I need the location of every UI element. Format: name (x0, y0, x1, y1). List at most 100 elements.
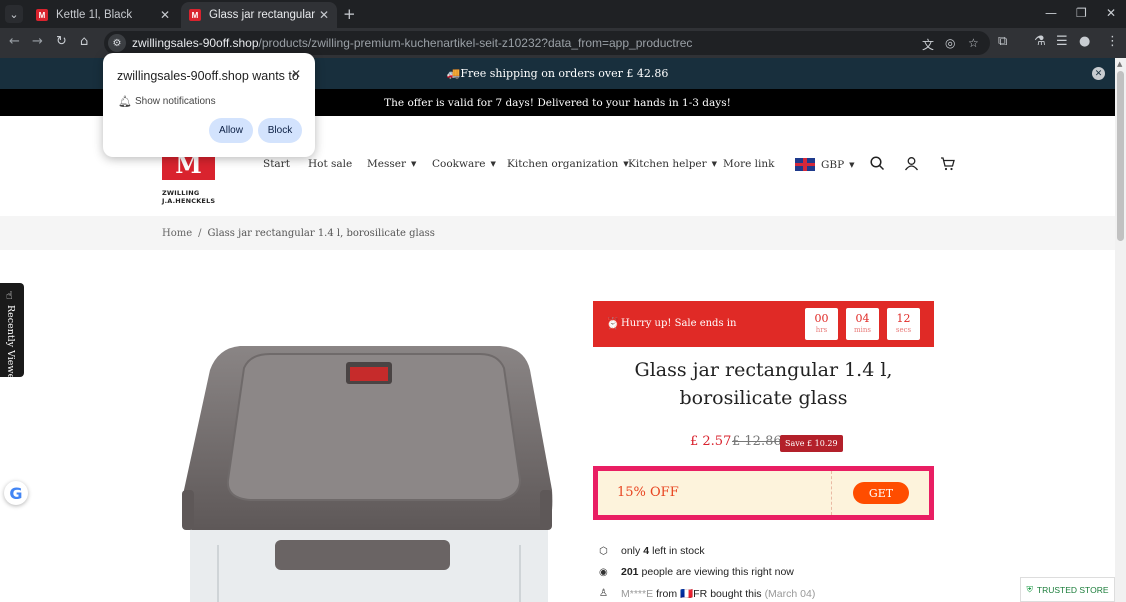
window-close-icon[interactable]: ✕ (1106, 6, 1116, 20)
labs-icon[interactable]: ⚗ (1034, 34, 1046, 49)
stock-count: 4 (643, 545, 650, 557)
recently-viewed-tab[interactable]: ☝ Recently Viewed (0, 283, 24, 385)
zwilling-favicon-icon: M (36, 9, 48, 21)
search-icon[interactable] (870, 156, 885, 175)
minimize-icon[interactable]: — (1045, 6, 1057, 20)
trusted-store-label: TRUSTED STORE (1036, 584, 1109, 595)
alarm-clock-icon: ⏰ (606, 317, 620, 330)
scrollbar-thumb[interactable] (1117, 71, 1124, 241)
new-tab-icon[interactable]: + (343, 5, 356, 23)
zwilling-logo[interactable]: M ZWILLING J.A.HENCKELS (162, 148, 216, 208)
recently-viewed-label: Recently Viewed (5, 305, 16, 386)
get-coupon-button[interactable]: GET (853, 482, 909, 504)
stock-prefix: only (621, 545, 641, 557)
scroll-up-icon[interactable]: ▲ (1117, 60, 1122, 68)
shield-check-icon: ⛨ (1026, 584, 1033, 595)
minutes-unit: mins (854, 326, 871, 334)
trusted-store-badge[interactable]: ⛨ TRUSTED STORE (1020, 577, 1115, 602)
product-image[interactable] (180, 340, 555, 602)
nav-more-link[interactable]: More link (723, 158, 775, 170)
nav-hot-sale[interactable]: Hot sale (308, 158, 352, 170)
caret-down-icon: ▼ (849, 160, 855, 169)
nav-kitchen-helper[interactable]: Kitchen helper ▼ (628, 158, 717, 170)
nav-messer[interactable]: Messer ▼ (367, 158, 416, 170)
breadcrumb-home[interactable]: Home (162, 228, 192, 239)
block-button[interactable]: Block (258, 118, 302, 143)
back-icon[interactable]: ← (9, 34, 20, 49)
countdown-seconds: 12 secs (887, 308, 920, 340)
caret-down-icon: ▼ (711, 160, 718, 168)
allow-button[interactable]: Allow (209, 118, 253, 143)
reading-list-icon[interactable]: ☰ (1056, 34, 1068, 49)
countdown-label: Hurry up! Sale ends in (621, 318, 737, 329)
caret-down-icon: ▼ (490, 160, 496, 168)
browser-tab-bar: ⌄ M Kettle 1l, Black ✕ M Glass jar recta… (0, 0, 1126, 28)
tab-kettle[interactable]: M Kettle 1l, Black ✕ (28, 2, 178, 28)
caret-down-icon: ▼ (410, 160, 417, 168)
popup-close-icon[interactable]: ✕ (291, 67, 301, 81)
currency-selector[interactable]: GBP ▼ (795, 158, 855, 171)
coupon-discount: 15% OFF (617, 485, 679, 500)
box-icon: ⬡ (599, 545, 608, 557)
nav-kitchen-organization[interactable]: Kitchen organization ▼ (507, 158, 629, 170)
breadcrumb-separator: / (198, 227, 202, 239)
reload-icon[interactable]: ↻ (56, 34, 67, 49)
stock-suffix: left in stock (652, 545, 705, 557)
url-text[interactable]: zwillingsales-90off.shop/products/zwilli… (132, 36, 692, 50)
seconds-value: 12 (896, 312, 911, 325)
site-info-icon[interactable]: ⚙ (108, 34, 126, 52)
coupon-card: 15% OFF GET (593, 466, 934, 520)
page-scrollbar[interactable]: ▲ (1115, 58, 1126, 602)
home-icon[interactable]: ⌂ (80, 34, 88, 49)
bell-icon: 🔔︎ (118, 95, 132, 108)
eye-icon: ◉ (599, 566, 608, 578)
stock-info: ⬡ only 4 left in stock (599, 545, 705, 557)
profile-icon[interactable]: ● (1079, 34, 1090, 49)
menu-dots-icon[interactable]: ⋮ (1106, 34, 1119, 49)
tab-close-icon[interactable]: ✕ (160, 8, 170, 22)
restore-icon[interactable]: ❐ (1076, 6, 1087, 20)
buyer-name: M****E (621, 587, 654, 600)
forward-icon[interactable]: → (32, 34, 43, 49)
account-icon[interactable] (904, 156, 919, 175)
google-badge-icon[interactable]: G (4, 481, 28, 505)
popup-title: zwillingsales-90off.shop wants to (117, 69, 299, 83)
uk-flag-icon (795, 158, 815, 171)
hours-value: 00 (814, 312, 829, 325)
announcement-close-icon[interactable]: ✕ (1092, 67, 1105, 80)
purchase-date: (March 04) (764, 587, 816, 600)
countdown-hours: 00 hrs (805, 308, 838, 340)
user-icon: ♙ (599, 588, 608, 599)
translate-icon[interactable]: 文 (922, 36, 934, 53)
bookmark-star-icon[interactable]: ☆ (968, 36, 979, 50)
address-bar[interactable]: ⚙ zwillingsales-90off.shop/products/zwil… (104, 31, 990, 55)
viewers-suffix: people are viewing this right now (641, 566, 794, 578)
tab-glass-jar[interactable]: M Glass jar rectangular 1.4 l, boro ✕ (181, 2, 337, 28)
tab-title: Kettle 1l, Black (56, 9, 133, 21)
viewers-info: ◉ 201 people are viewing this right now (599, 566, 794, 578)
logo-brand-line1: ZWILLING (162, 189, 200, 197)
nav-cookware[interactable]: Cookware ▼ (432, 158, 496, 170)
sale-price: £ 2.57 (690, 434, 732, 449)
logo-brand: ZWILLING J.A.HENCKELS (162, 189, 216, 205)
tab-title: Glass jar rectangular 1.4 l, boro (209, 9, 319, 21)
breadcrumb: Home / Glass jar rectangular 1.4 l, boro… (0, 216, 1115, 250)
buyer-country: 🇫🇷FR (680, 588, 708, 600)
tab-close-icon[interactable]: ✕ (319, 8, 329, 22)
buyer-action: bought this (710, 587, 762, 600)
hand-pointer-icon: ☝ (6, 289, 13, 302)
coupon-divider (831, 471, 832, 515)
popup-permission-label: Show notifications (135, 96, 216, 107)
eye-off-icon[interactable]: ◎ (945, 36, 955, 50)
tab-search-chevron-icon[interactable]: ⌄ (5, 5, 23, 23)
minutes-value: 04 (855, 312, 870, 325)
countdown-minutes: 04 mins (846, 308, 879, 340)
breadcrumb-current: Glass jar rectangular 1.4 l, borosilicat… (207, 227, 435, 239)
nav-start[interactable]: Start (263, 158, 290, 170)
extensions-icon[interactable]: ⧉ (998, 34, 1007, 49)
save-badge: Save £ 10.29 (780, 435, 843, 452)
cart-icon[interactable] (940, 156, 955, 175)
product-title: Glass jar rectangular 1.4 l, borosilicat… (634, 359, 893, 409)
hours-unit: hrs (815, 326, 828, 334)
sale-countdown: ⏰ Hurry up! Sale ends in 00 hrs 04 mins … (593, 301, 934, 347)
